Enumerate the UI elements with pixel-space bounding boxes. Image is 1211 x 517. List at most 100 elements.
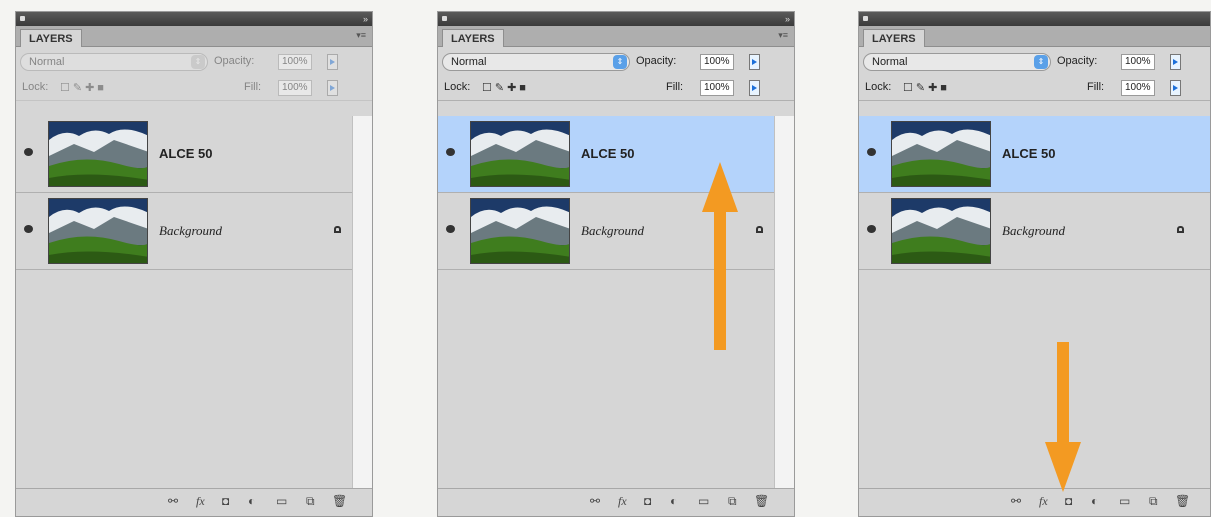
lock-label: Lock:	[444, 81, 471, 93]
eye-icon[interactable]	[24, 148, 33, 156]
scrollbar[interactable]	[352, 116, 372, 491]
opacity-input[interactable]: 100%	[1121, 54, 1155, 70]
layer-thumbnail	[891, 198, 991, 264]
layer-thumbnail	[470, 198, 570, 264]
trash-icon[interactable]: 🗑︎	[332, 494, 347, 508]
layer-name: ALCE 50	[159, 146, 213, 161]
layer-name: ALCE 50	[581, 146, 635, 161]
adjustment-layer-icon[interactable]: ◐	[1091, 494, 1098, 508]
lock-options-icon[interactable]: ☐✎✚■	[60, 81, 107, 94]
blend-mode-value: Normal	[872, 56, 908, 68]
lock-row: Lock: ☐✎✚■ Fill: 100%	[16, 76, 372, 101]
fill-slider-button[interactable]	[749, 80, 760, 96]
eye-icon[interactable]	[867, 148, 876, 156]
blend-row: Normal ⇕ Opacity: 100%	[859, 50, 1210, 74]
collapse-icon[interactable]: »	[785, 13, 790, 25]
link-layers-icon[interactable]: ⚯	[590, 494, 600, 508]
new-group-icon[interactable]: ▭	[1119, 494, 1130, 508]
layer-thumbnail	[470, 121, 570, 187]
blend-mode-select[interactable]: Normal ⇕	[442, 53, 630, 71]
panel-footer: ⚯ fx ◘ ◐ ▭ ⧉ 🗑︎	[16, 488, 372, 516]
layer-name: Background	[581, 223, 645, 238]
layer-row-selected[interactable]: ALCE 50	[859, 116, 1210, 193]
layer-thumbnail	[891, 121, 991, 187]
lock-icon	[1177, 226, 1184, 233]
layers-list: ALCE 50 Background	[16, 116, 355, 491]
close-icon[interactable]	[20, 16, 25, 21]
fill-input[interactable]: 100%	[1121, 80, 1155, 96]
panel-footer: ⚯ fx ◘ ◐ ▭ ⧉ 🗑︎	[859, 488, 1210, 516]
fill-slider-button[interactable]	[1170, 80, 1181, 96]
scrollbar[interactable]	[774, 116, 794, 491]
lock-label: Lock:	[22, 81, 49, 93]
lock-icon	[334, 226, 341, 233]
layer-row[interactable]: Background	[859, 193, 1210, 270]
lock-row: Lock: ☐✎✚■ Fill: 100%	[859, 76, 1210, 101]
add-mask-icon[interactable]: ◘	[222, 494, 229, 508]
lock-label: Lock:	[865, 81, 892, 93]
fill-input[interactable]: 100%	[278, 80, 312, 96]
new-layer-icon[interactable]: ⧉	[1149, 494, 1158, 509]
add-mask-icon[interactable]: ◘	[644, 494, 651, 508]
panel-titlebar[interactable]: »	[16, 12, 372, 26]
opacity-slider-button[interactable]	[1170, 54, 1181, 70]
link-layers-icon[interactable]: ⚯	[168, 494, 178, 508]
fx-icon[interactable]: fx	[196, 494, 205, 509]
fill-label: Fill:	[1087, 81, 1105, 93]
close-icon[interactable]	[442, 16, 447, 21]
trash-icon[interactable]: 🗑︎	[754, 494, 769, 508]
new-group-icon[interactable]: ▭	[698, 494, 709, 508]
layer-name: Background	[1002, 223, 1066, 238]
new-layer-icon[interactable]: ⧉	[728, 494, 737, 509]
opacity-label: Opacity:	[1057, 55, 1098, 67]
panel-titlebar[interactable]: »	[438, 12, 794, 26]
new-group-icon[interactable]: ▭	[276, 494, 287, 508]
lock-options-icon[interactable]: ☐✎✚■	[903, 81, 950, 94]
arrow-up-icon	[702, 162, 738, 350]
blend-mode-select[interactable]: Normal ⇕	[20, 53, 208, 71]
opacity-input[interactable]: 100%	[700, 54, 734, 70]
adjustment-layer-icon[interactable]: ◐	[670, 494, 677, 508]
eye-icon[interactable]	[24, 225, 33, 233]
opacity-label: Opacity:	[214, 55, 255, 67]
layer-thumbnail	[48, 198, 148, 264]
opacity-slider-button[interactable]	[327, 54, 338, 70]
new-layer-icon[interactable]: ⧉	[306, 494, 315, 509]
blend-mode-select[interactable]: Normal ⇕	[863, 53, 1051, 71]
tab-layers[interactable]: LAYERS	[863, 29, 925, 47]
lock-options-icon[interactable]: ☐✎✚■	[482, 81, 529, 94]
blend-row: Normal ⇕ Opacity: 100%	[16, 50, 372, 74]
lock-icon	[756, 226, 763, 233]
close-icon[interactable]	[863, 16, 868, 21]
panel-menu-icon[interactable]: ▾≡	[356, 30, 366, 41]
select-arrows-icon: ⇕	[1034, 55, 1048, 69]
layer-row[interactable]: Background	[16, 193, 355, 270]
layer-name: Background	[159, 223, 223, 238]
panel-titlebar[interactable]	[859, 12, 1210, 26]
layer-row[interactable]: ALCE 50	[16, 116, 355, 193]
panel-menu-icon[interactable]: ▾≡	[778, 30, 788, 41]
link-layers-icon[interactable]: ⚯	[1011, 494, 1021, 508]
collapse-icon[interactable]: »	[363, 13, 368, 25]
fx-icon[interactable]: fx	[618, 494, 627, 509]
adjustment-layer-icon[interactable]: ◐	[248, 494, 255, 508]
eye-icon[interactable]	[446, 225, 455, 233]
eye-icon[interactable]	[867, 225, 876, 233]
blend-row: Normal ⇕ Opacity: 100%	[438, 50, 794, 74]
tab-layers[interactable]: LAYERS	[20, 29, 82, 47]
tab-strip: LAYERS ▾≡	[438, 26, 794, 47]
eye-icon[interactable]	[446, 148, 455, 156]
lock-row: Lock: ☐✎✚■ Fill: 100%	[438, 76, 794, 101]
fill-input[interactable]: 100%	[700, 80, 734, 96]
blend-mode-value: Normal	[29, 56, 65, 68]
panel-footer: ⚯ fx ◘ ◐ ▭ ⧉ 🗑︎	[438, 488, 794, 516]
select-arrows-icon: ⇕	[613, 55, 627, 69]
fill-label: Fill:	[666, 81, 684, 93]
opacity-input[interactable]: 100%	[278, 54, 312, 70]
fill-slider-button[interactable]	[327, 80, 338, 96]
layers-list: ALCE 50 Background	[859, 116, 1210, 491]
tab-layers[interactable]: LAYERS	[442, 29, 504, 47]
opacity-label: Opacity:	[636, 55, 677, 67]
opacity-slider-button[interactable]	[749, 54, 760, 70]
trash-icon[interactable]: 🗑︎	[1175, 494, 1190, 508]
